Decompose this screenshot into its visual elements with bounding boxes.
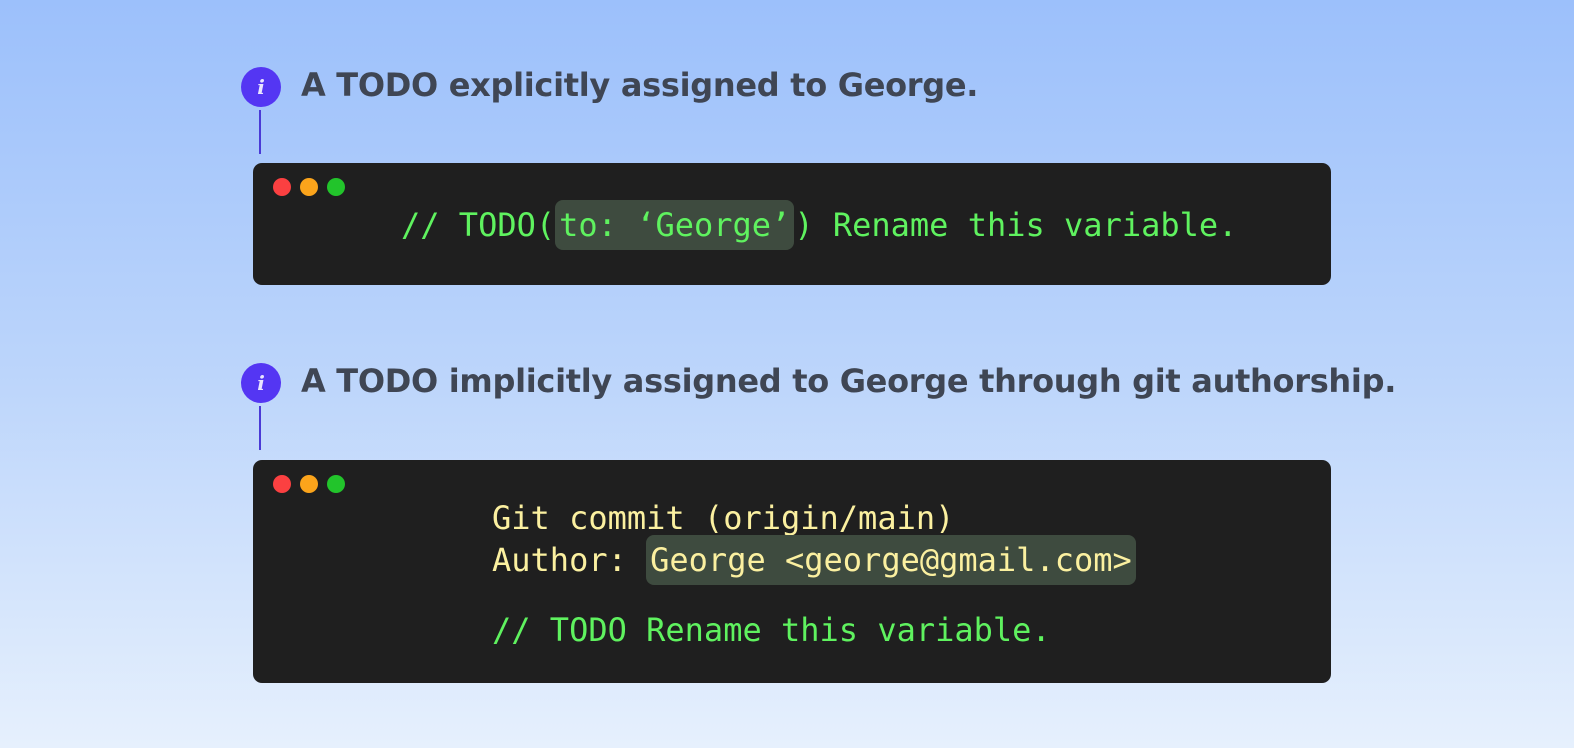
code-line: // TODO(to: ‘George’) Rename this variab… bbox=[401, 200, 1238, 250]
info-icon: i bbox=[241, 67, 281, 107]
author-line: Author: George <george@gmail.com> bbox=[492, 535, 1136, 585]
minimize-dot-icon bbox=[300, 178, 318, 196]
info-icon: i bbox=[241, 363, 281, 403]
maximize-dot-icon bbox=[327, 475, 345, 493]
maximize-dot-icon bbox=[327, 178, 345, 196]
connector-line bbox=[259, 406, 261, 450]
close-dot-icon bbox=[273, 475, 291, 493]
author-label: Author: bbox=[492, 541, 647, 579]
code-window: Git commit (origin/main) Author: George … bbox=[253, 460, 1331, 683]
close-dot-icon bbox=[273, 178, 291, 196]
commit-line: Git commit (origin/main) bbox=[492, 499, 955, 537]
code-window: // TODO(to: ‘George’) Rename this variab… bbox=[253, 163, 1331, 285]
todo-line: // TODO Rename this variable. bbox=[492, 611, 1051, 649]
section-heading: A TODO explicitly assigned to George. bbox=[301, 66, 979, 104]
section-heading: A TODO implicitly assigned to George thr… bbox=[301, 362, 1397, 400]
code-suffix: ) Rename this variable. bbox=[794, 206, 1238, 244]
minimize-dot-icon bbox=[300, 475, 318, 493]
code-prefix: // TODO( bbox=[401, 206, 556, 244]
author-highlight: George <george@gmail.com> bbox=[646, 535, 1136, 585]
assignee-highlight: to: ‘George’ bbox=[555, 200, 795, 250]
connector-line bbox=[259, 110, 261, 154]
